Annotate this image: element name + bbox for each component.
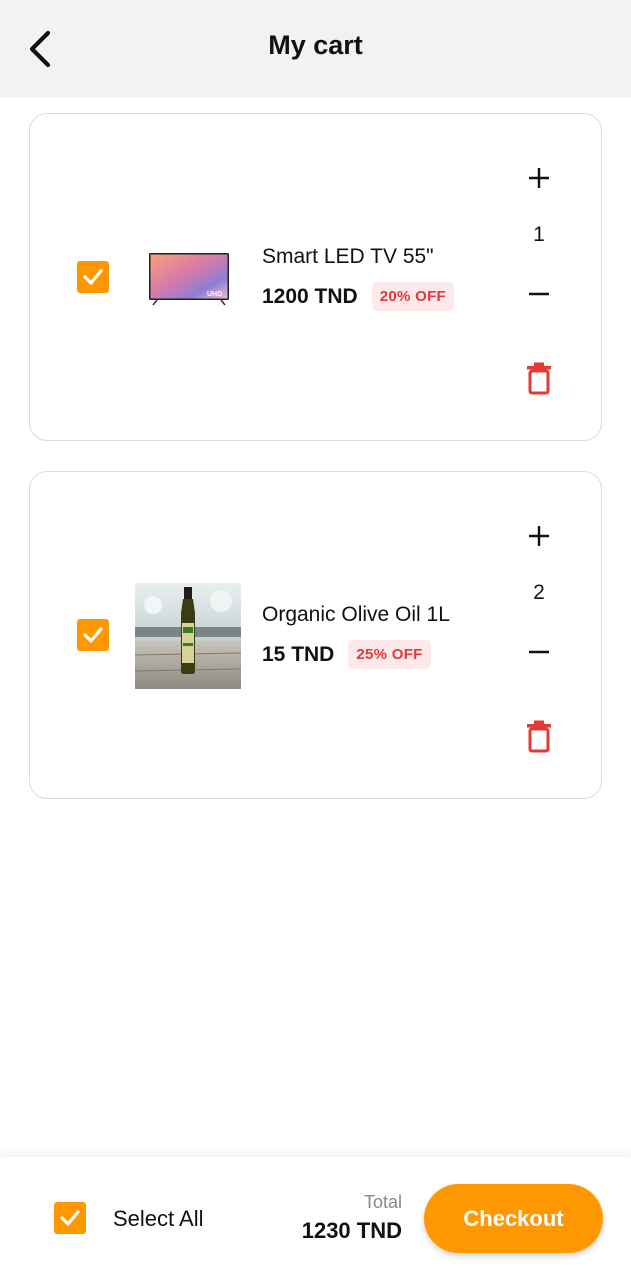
checkmark-icon — [83, 269, 103, 285]
trash-icon — [527, 362, 551, 395]
delete-item-button[interactable] — [522, 358, 556, 398]
select-all-label[interactable]: Select All — [113, 1206, 204, 1232]
checkmark-icon — [83, 627, 103, 643]
select-all-checkbox[interactable] — [54, 1202, 86, 1234]
item-checkbox[interactable] — [77, 261, 109, 293]
plus-icon — [529, 168, 549, 188]
total-label: Total — [363, 1192, 402, 1212]
minus-icon — [529, 292, 549, 296]
delete-item-button[interactable] — [522, 716, 556, 756]
checkmark-icon — [60, 1210, 80, 1226]
price-row: 15 TND 25% OFF — [262, 640, 431, 669]
item-price: 1200 TND — [262, 284, 358, 308]
quantity-value: 1 — [533, 223, 545, 246]
decrease-quantity-button[interactable] — [520, 633, 558, 671]
plus-icon — [529, 526, 549, 546]
checkout-bar: Select All Total 1230 TND Checkout — [0, 1157, 631, 1280]
checkout-button[interactable]: Checkout — [424, 1184, 603, 1253]
quantity-value: 2 — [533, 581, 545, 604]
increase-quantity-button[interactable] — [520, 517, 558, 555]
cart-item-card: UHD Smart LED TV 55" 1200 TND 20% OFF 1 — [29, 113, 602, 441]
discount-badge: 25% OFF — [348, 640, 431, 669]
page-title: My cart — [268, 30, 363, 60]
item-checkbox[interactable] — [77, 619, 109, 651]
olive-oil-bottle-image — [135, 583, 241, 689]
tv-image: UHD — [148, 251, 230, 308]
minus-icon — [529, 650, 549, 654]
total-value: 1230 TND — [301, 1218, 402, 1243]
decrease-quantity-button[interactable] — [520, 275, 558, 313]
item-price: 15 TND — [262, 642, 335, 666]
item-name: Smart LED TV 55" — [262, 245, 434, 268]
app-bar: My cart — [0, 0, 631, 98]
discount-badge: 20% OFF — [371, 282, 455, 311]
item-name: Organic Olive Oil 1L — [262, 603, 450, 626]
svg-text:UHD: UHD — [207, 291, 222, 298]
price-row: 1200 TND 20% OFF — [262, 282, 455, 311]
increase-quantity-button[interactable] — [520, 159, 558, 197]
trash-icon — [527, 720, 551, 753]
cart-item-card: Organic Olive Oil 1L 15 TND 25% OFF 2 — [29, 471, 602, 799]
